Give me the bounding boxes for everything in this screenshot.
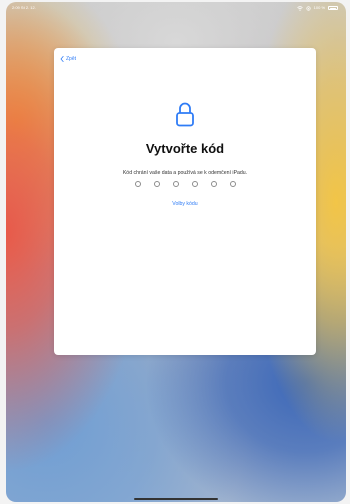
page-title: Vytvořte kód — [145, 141, 225, 156]
status-time: 2:09 — [12, 5, 20, 10]
battery-percent: 100 % — [313, 5, 325, 10]
status-bar: 2:09 St 2. 12. 100 % — [6, 2, 346, 14]
home-indicator[interactable] — [134, 498, 218, 500]
passcode-digit-dot — [153, 181, 160, 187]
page-subtitle: Kód chrání vaše data a používá se k odem… — [122, 170, 248, 176]
chevron-left-icon — [60, 56, 64, 62]
battery-icon — [328, 6, 338, 10]
passcode-entry[interactable] — [54, 181, 316, 187]
back-button[interactable]: Zpět — [60, 56, 76, 62]
status-indicators: 100 % — [296, 2, 338, 14]
wifi-icon — [296, 5, 303, 11]
status-time-date: 2:09 St 2. 12. — [12, 2, 36, 14]
passcode-digit-dot — [172, 181, 179, 187]
lock-icon — [176, 102, 194, 127]
passcode-setup-card: Zpět Vytvořte kód Kód chrání vaše data a… — [54, 48, 316, 355]
rotation-lock-icon — [306, 5, 311, 11]
passcode-digit-dot — [229, 181, 236, 187]
ipad-screen: 2:09 St 2. 12. 100 % Zpět Vytvořte kód K… — [6, 2, 346, 502]
passcode-options-link[interactable]: Volby kódu — [54, 201, 316, 207]
passcode-digit-dot — [134, 181, 141, 187]
status-date: St 2. 12. — [20, 5, 36, 10]
passcode-digit-dot — [210, 181, 217, 187]
back-button-label: Zpět — [66, 56, 77, 62]
passcode-digit-dot — [191, 181, 198, 187]
